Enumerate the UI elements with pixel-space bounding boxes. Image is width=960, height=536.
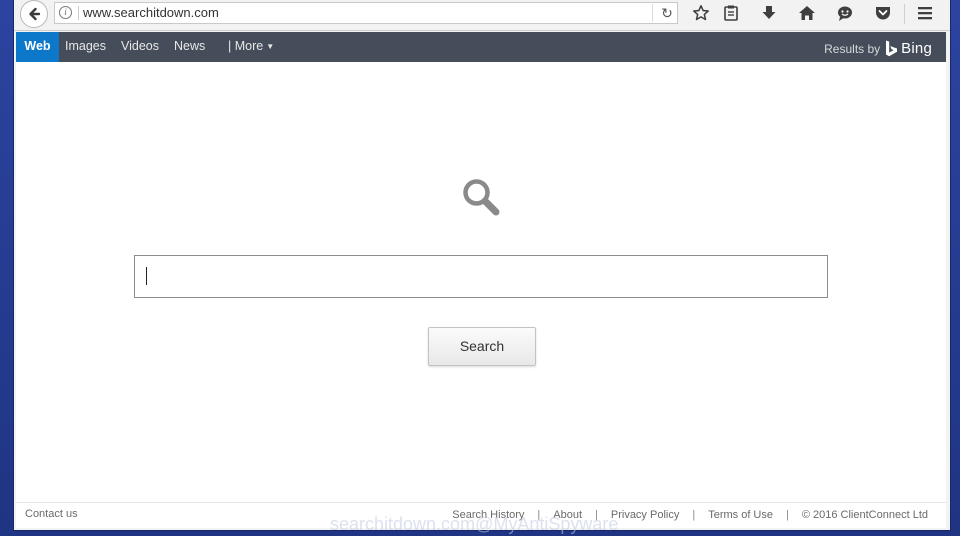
tab-more[interactable]: | More ▼: [222, 32, 280, 62]
reload-icon[interactable]: ↻: [658, 4, 676, 22]
copyright-text: © 2016 ClientConnect Ltd: [801, 509, 928, 521]
home-icon[interactable]: [794, 2, 820, 24]
footer-separator: |: [692, 509, 696, 521]
url-text[interactable]: www.searchitdown.com: [83, 5, 219, 20]
caret-down-icon: ▼: [266, 41, 275, 51]
back-button[interactable]: [20, 0, 48, 28]
tab-news[interactable]: News: [168, 32, 211, 62]
reload-divider: [652, 4, 653, 22]
search-magnifier-icon: [461, 177, 501, 222]
search-input[interactable]: [134, 255, 828, 298]
results-by-label: Results by: [824, 41, 881, 56]
page-content: Web Images Videos News | More ▼ Results b…: [16, 32, 946, 528]
pocket-icon[interactable]: [870, 2, 896, 24]
contact-us-link[interactable]: Contact us: [25, 508, 78, 520]
info-icon[interactable]: i: [59, 6, 72, 19]
footer-separator: |: [786, 509, 789, 521]
more-label: | More: [228, 39, 264, 53]
back-arrow-icon: [29, 7, 41, 21]
tab-images[interactable]: Images: [59, 32, 112, 62]
search-button[interactable]: Search: [428, 327, 536, 366]
menu-icon[interactable]: [912, 2, 938, 24]
search-vertical-bar: Web Images Videos News | More ▼ Results b…: [16, 32, 946, 62]
privacy-policy-link[interactable]: Privacy Policy: [611, 509, 679, 521]
bookmark-star-icon[interactable]: [688, 2, 714, 24]
address-bar[interactable]: i www.searchitdown.com ↻: [54, 2, 678, 24]
reading-list-icon[interactable]: [718, 2, 744, 24]
download-icon[interactable]: [756, 2, 782, 24]
tab-web[interactable]: Web: [16, 32, 59, 62]
browser-window: i www.searchitdown.com ↻ Web Images Vide…: [14, 0, 950, 530]
terms-of-use-link[interactable]: Terms of Use: [708, 509, 773, 521]
bing-label: Bing: [901, 40, 932, 57]
url-divider: [78, 6, 79, 20]
text-caret: [146, 267, 147, 285]
results-by-bing: Results by Bing: [824, 40, 932, 57]
tab-videos[interactable]: Videos: [115, 32, 165, 62]
hello-chat-icon[interactable]: [832, 2, 858, 24]
watermark-text: searchitdown.com@MyAntiSpyware: [330, 514, 619, 534]
bing-logo-icon: [886, 40, 898, 57]
navigation-toolbar: i www.searchitdown.com ↻: [14, 0, 950, 31]
toolbar-separator: [904, 4, 905, 24]
